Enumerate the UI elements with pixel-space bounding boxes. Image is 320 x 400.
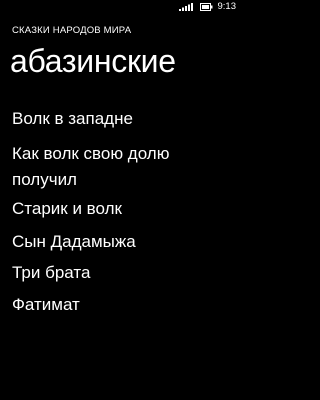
clock: 9:13: [217, 1, 237, 12]
list-item-label: Три брата: [12, 263, 91, 282]
battery-icon: [200, 3, 213, 11]
list-item[interactable]: Как волк свою долю получил: [12, 141, 234, 193]
page-title: абазинские: [10, 43, 176, 79]
list-item-label: Старик и волк: [12, 199, 122, 218]
list-item-label: Сын Дадамыжа: [12, 232, 136, 251]
list-item-label: Как волк свою долю: [12, 144, 170, 163]
list-item-label: Волк в западне: [12, 109, 133, 128]
list-item-label-continued: получил: [12, 170, 77, 189]
list-item[interactable]: Старик и волк: [12, 196, 234, 222]
app-title: СКАЗКИ НАРОДОВ МИРА: [12, 25, 132, 36]
signal-icon: [179, 3, 193, 11]
list-item[interactable]: Волк в западне: [12, 106, 234, 132]
status-bar: 9:13: [0, 0, 240, 16]
list-item-label: Фатимат: [12, 295, 80, 314]
list-item[interactable]: Три брата: [12, 260, 234, 286]
list-item[interactable]: Сын Дадамыжа: [12, 229, 234, 255]
list-item[interactable]: Фатимат: [12, 292, 234, 318]
